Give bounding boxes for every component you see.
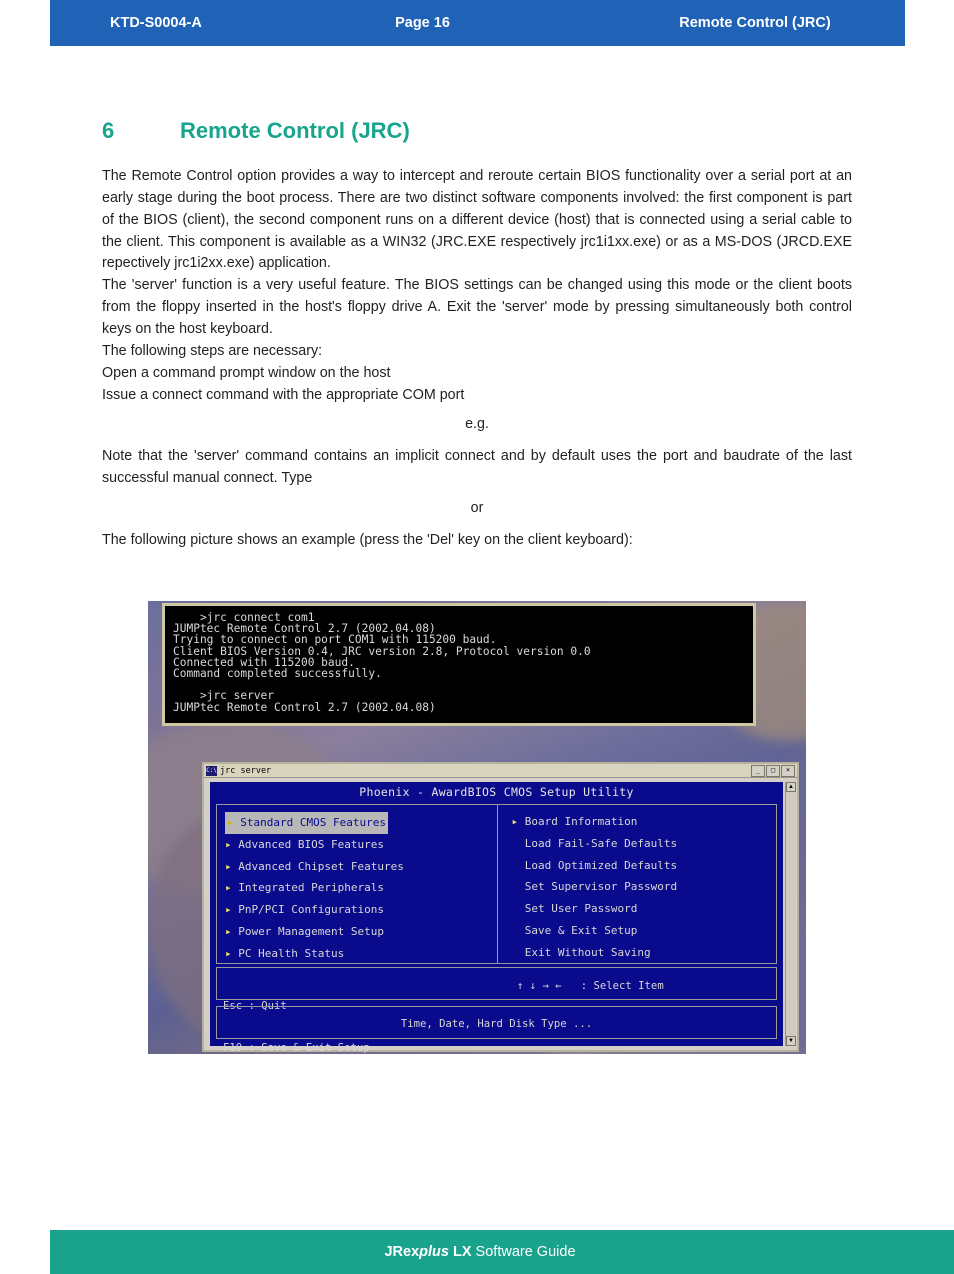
- bios-menu-label: Standard CMOS Features: [240, 816, 386, 829]
- chapter-number: 6: [102, 118, 115, 143]
- bios-key-f10: F10 : Save & Exit Setup: [223, 1042, 370, 1054]
- bios-menu-label: Set User Password: [524, 902, 638, 916]
- bios-window-scrollbar[interactable]: ▲ ▼: [785, 782, 796, 1046]
- paragraph-server-note: Note that the 'server' command contains …: [102, 448, 852, 487]
- bios-menu-right-column: ▸ Board Information Load Fail-Safe Defau…: [496, 805, 777, 964]
- close-button[interactable]: ×: [781, 764, 795, 777]
- paragraph-intro: The Remote Control option provides a way…: [102, 168, 852, 272]
- bios-menu-label: Power Management Setup: [238, 924, 384, 938]
- bios-key-help-panel: Esc : Quit F10 : Save & Exit Setup ↑ ↓ →…: [216, 967, 777, 1054]
- bios-menu-item-pc-health[interactable]: ▸ PC Health Status: [225, 943, 497, 965]
- footer-model: LX: [448, 1244, 472, 1260]
- paragraph-or: or: [470, 500, 484, 517]
- bios-menu-label: Load Fail-Safe Defaults: [524, 836, 678, 850]
- bios-utility-title: Phoenix - AwardBIOS CMOS Setup Utility: [359, 785, 634, 799]
- chapter-heading: 6 Remote Control (JRC): [102, 118, 852, 144]
- bios-menu-label: Advanced BIOS Features: [238, 837, 384, 851]
- header-document-id: KTD-S0004-A: [110, 15, 202, 31]
- paragraph-eg: e.g.: [465, 416, 489, 433]
- bios-menu-item-power-management[interactable]: ▸ Power Management Setup: [225, 921, 497, 943]
- page-header: KTD-S0004-A Page 16 Remote Control (JRC): [50, 0, 905, 46]
- bios-menu-item-save-exit-setup[interactable]: Save & Exit Setup: [512, 920, 777, 942]
- dos-prompt-icon: C:\: [206, 765, 217, 776]
- bios-menu-label: Set Supervisor Password: [524, 880, 678, 894]
- paragraph-step-connect: Issue a connect command with the appropr…: [102, 386, 465, 403]
- bios-menu-label: Board Information: [524, 815, 638, 828]
- bios-menu-label: Advanced Chipset Features: [238, 859, 404, 873]
- scroll-up-arrow-icon[interactable]: ▲: [786, 782, 796, 792]
- footer-brand-suffix: plus: [419, 1244, 449, 1260]
- bios-setup-window: C:\ jrc server _ □ × Phoenix - AwardBIOS…: [202, 762, 799, 1054]
- console-output: >jrc connect com1 JUMPtec Remote Control…: [173, 611, 591, 714]
- bios-window-titlebar[interactable]: C:\ jrc server _ □ ×: [204, 764, 797, 778]
- bios-menu-item-load-fail-safe[interactable]: Load Fail-Safe Defaults: [512, 833, 777, 855]
- chapter-title: Remote Control (JRC): [180, 118, 410, 143]
- bios-menu-label: PnP/PCI Configurations: [238, 903, 384, 917]
- minimize-button[interactable]: _: [751, 764, 765, 777]
- bios-menu-left-column: ▸ Standard CMOS Features ▸ Advanced BIOS…: [217, 805, 497, 963]
- bios-menu-item-set-supervisor-password[interactable]: Set Supervisor Password: [512, 876, 777, 898]
- paragraph-picture-caption: The following picture shows an example (…: [102, 532, 633, 549]
- paragraph-server-function: The 'server' function is a very useful f…: [102, 277, 852, 338]
- footer-guide-label: Software Guide: [471, 1244, 576, 1260]
- footer-brand: JRex: [384, 1244, 420, 1260]
- paragraph-step-open-prompt: Open a command prompt window on the host: [102, 364, 391, 381]
- bios-menu-item-integrated-peripherals[interactable]: ▸ Integrated Peripherals: [225, 877, 497, 899]
- bios-screen: Phoenix - AwardBIOS CMOS Setup Utility ▸…: [210, 782, 783, 1054]
- bios-menu-item-advanced-bios[interactable]: ▸ Advanced BIOS Features: [225, 834, 497, 856]
- figure-jrc-screenshot: >jrc connect com1 JUMPtec Remote Control…: [148, 601, 806, 1054]
- bios-menu-label: Save & Exit Setup: [524, 923, 638, 937]
- bios-menu-label: Exit Without Saving: [524, 945, 651, 959]
- bios-menu-item-board-information[interactable]: ▸ Board Information: [512, 811, 777, 833]
- page-footer: JRexplus LX Software Guide: [50, 1230, 954, 1274]
- footer-product-title: JRexplus LX Software Guide: [50, 1244, 910, 1260]
- maximize-button[interactable]: □: [766, 764, 780, 777]
- scroll-down-arrow-icon[interactable]: ▼: [786, 1036, 796, 1046]
- header-page-number: Page 16: [395, 15, 450, 31]
- bios-menu-label: PC Health Status: [238, 946, 345, 960]
- bios-menu-item-advanced-chipset[interactable]: ▸ Advanced Chipset Features: [225, 856, 497, 878]
- bios-menu-label: Integrated Peripherals: [238, 881, 384, 895]
- bios-menu-item-set-user-password[interactable]: Set User Password: [512, 898, 777, 920]
- bios-menu-label: Load Optimized Defaults: [524, 858, 678, 872]
- bios-key-select-item: ↑ ↓ → ← : Select Item: [517, 980, 664, 992]
- bios-footer-hint: Time, Date, Hard Disk Type ...: [216, 1006, 777, 1039]
- bios-menu-item-pnp-pci[interactable]: ▸ PnP/PCI Configurations: [225, 899, 497, 921]
- bios-menu-item-exit-without-saving[interactable]: Exit Without Saving: [512, 942, 777, 964]
- header-section-title: Remote Control (JRC): [679, 15, 831, 31]
- page-content: 6 Remote Control (JRC) The Remote Contro…: [102, 118, 852, 552]
- bios-menu-item-standard-cmos[interactable]: ▸ Standard CMOS Features: [225, 812, 388, 834]
- bios-menu-panel: ▸ Standard CMOS Features ▸ Advanced BIOS…: [216, 804, 777, 964]
- bios-menu-item-load-optimized[interactable]: Load Optimized Defaults: [512, 855, 777, 877]
- dos-console-window: >jrc connect com1 JUMPtec Remote Control…: [162, 603, 756, 726]
- paragraph-steps-intro: The following steps are necessary:: [102, 342, 323, 359]
- bios-window-title: jrc server: [220, 765, 272, 776]
